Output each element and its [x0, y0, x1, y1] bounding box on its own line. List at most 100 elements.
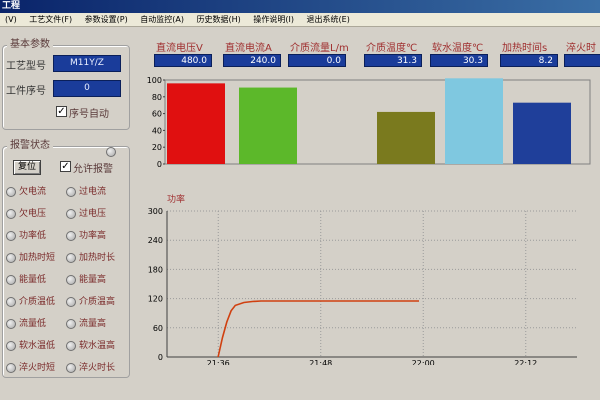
menu-item-history[interactable]: 历史数据(H) [192, 13, 246, 26]
bar [377, 111, 435, 164]
alarm-item: 功率低 [6, 228, 46, 241]
alarm-led-icon [6, 340, 16, 351]
line-x-tick: 22:00 [412, 359, 435, 365]
craft-model-label: 工艺型号 [6, 61, 46, 72]
alarm-item: 功率高 [66, 228, 106, 241]
alarm-led-icon [66, 230, 76, 241]
readout-label: 软水温度℃ [432, 43, 484, 54]
alarm-led-icon [6, 274, 16, 285]
alarm-item-label: 加热时长 [79, 253, 116, 263]
craft-model-field[interactable]: M11Y/Z [53, 55, 121, 72]
alarm-led-icon [6, 252, 16, 263]
alarm-item-label: 软水温高 [79, 341, 116, 351]
line-chart-title: 功率 [167, 193, 185, 205]
readout-value [564, 54, 600, 67]
alarm-item-label: 过电流 [79, 187, 107, 197]
readout-value: 240.0 [223, 54, 281, 67]
alarm-item-label: 流量低 [19, 319, 47, 329]
alarm-item-label: 功率低 [19, 231, 47, 241]
alarm-item-label: 流量高 [79, 319, 107, 329]
serial-label: 工件序号 [6, 86, 46, 97]
readout-value: 0.0 [288, 54, 346, 67]
line-x-tick: 21:36 [207, 359, 230, 365]
line-y-tick: 180 [148, 265, 163, 274]
alarm-item-label: 功率高 [79, 231, 107, 241]
bar [239, 87, 297, 164]
alarm-item: 能量低 [6, 272, 46, 285]
status-indicator-icon [106, 147, 119, 158]
alarm-led-icon [6, 230, 16, 241]
readout-label: 加热时间s [502, 43, 548, 54]
alarm-item: 介质温高 [66, 294, 115, 307]
alarm-led-icon [66, 274, 76, 285]
reset-button[interactable]: 复位 [13, 160, 41, 175]
bar-y-tick: 0 [157, 160, 162, 169]
menu-item-param-settings[interactable]: 参数设置(P) [80, 13, 133, 26]
readout-label: 淬火时 [566, 43, 596, 54]
alarm-led-icon [6, 318, 16, 329]
alarm-item: 流量高 [66, 316, 106, 329]
alarm-led-icon [66, 208, 76, 219]
readout-value: 30.3 [430, 54, 488, 67]
readout-value: 31.3 [364, 54, 422, 67]
bar [513, 102, 571, 164]
alarm-item: 淬火时短 [6, 360, 55, 373]
menu-item-instructions[interactable]: 操作说明(I) [248, 13, 299, 26]
alarm-led-icon [6, 186, 16, 197]
alarm-item-label: 介质温高 [79, 297, 116, 307]
bar-y-tick: 100 [147, 76, 162, 85]
power-line-chart: 功率 0 60 120 180 240 300 21:36 21:48 22:00 22:12 [148, 193, 577, 365]
title-bar: 工程 [0, 0, 600, 13]
window-title: 工程 [2, 1, 21, 11]
alarm-led-icon [66, 186, 76, 197]
alarm-item: 淬火时长 [66, 360, 115, 373]
alarm-item: 介质温低 [6, 294, 55, 307]
alarm-item-label: 过电压 [79, 209, 107, 219]
alarm-item-label: 欠电流 [19, 187, 47, 197]
alarm-led-icon [6, 362, 16, 373]
readout-label: 直流电压V [156, 43, 203, 54]
bar-chart: 0 20 40 60 80 100 [147, 76, 591, 169]
alarm-item: 加热时短 [6, 250, 55, 263]
alarm-item-label: 能量低 [19, 275, 47, 285]
allow-alarm-checkbox[interactable]: ✓ [60, 161, 71, 172]
line-y-tick: 120 [148, 295, 163, 304]
menu-item-exit[interactable]: 退出系统(E) [302, 13, 355, 26]
menu-item-auto-monitor[interactable]: 自动监控(A) [135, 13, 189, 26]
bar-y-tick: 60 [152, 110, 162, 119]
alarm-item: 流量低 [6, 316, 46, 329]
auto-serial-checkbox[interactable]: ✓ [56, 106, 67, 117]
basic-params-title: 基本参数 [7, 39, 53, 51]
alarm-status-title: 报警状态 [7, 140, 53, 152]
alarm-item-label: 淬火时长 [79, 363, 116, 373]
auto-serial-label: 序号自动 [69, 109, 109, 120]
bar [167, 83, 225, 164]
alarm-led-icon [6, 296, 16, 307]
alarm-item: 欠电压 [6, 206, 46, 219]
alarm-item: 过电压 [66, 206, 106, 219]
alarm-led-icon [6, 208, 16, 219]
alarm-item: 欠电流 [6, 184, 46, 197]
alarm-led-icon [66, 296, 76, 307]
alarm-led-icon [66, 252, 76, 263]
alarm-item: 软水温高 [66, 338, 115, 351]
bar-y-tick: 20 [152, 143, 162, 152]
readout-label: 直流电流A [225, 43, 272, 54]
alarm-item-label: 介质温低 [19, 297, 56, 307]
readout-value: 8.2 [500, 54, 558, 67]
allow-alarm-label: 允许报警 [73, 164, 113, 175]
alarm-item-label: 能量高 [79, 275, 107, 285]
serial-field[interactable]: 0 [53, 80, 121, 97]
menu-bar: (V) 工艺文件(F) 参数设置(P) 自动监控(A) 历史数据(H) 操作说明… [0, 13, 600, 27]
line-y-tick: 0 [158, 353, 163, 362]
alarm-item-label: 软水温低 [19, 341, 56, 351]
line-y-tick: 60 [153, 324, 163, 333]
alarm-item-label: 淬火时短 [19, 363, 56, 373]
alarm-item-label: 加热时短 [19, 253, 56, 263]
menu-item-craft-file[interactable]: 工艺文件(F) [24, 13, 77, 26]
menu-item-view[interactable]: (V) [0, 13, 22, 26]
alarm-item: 加热时长 [66, 250, 115, 263]
bar [445, 78, 503, 164]
alarm-item: 过电流 [66, 184, 106, 197]
alarm-led-icon [66, 340, 76, 351]
